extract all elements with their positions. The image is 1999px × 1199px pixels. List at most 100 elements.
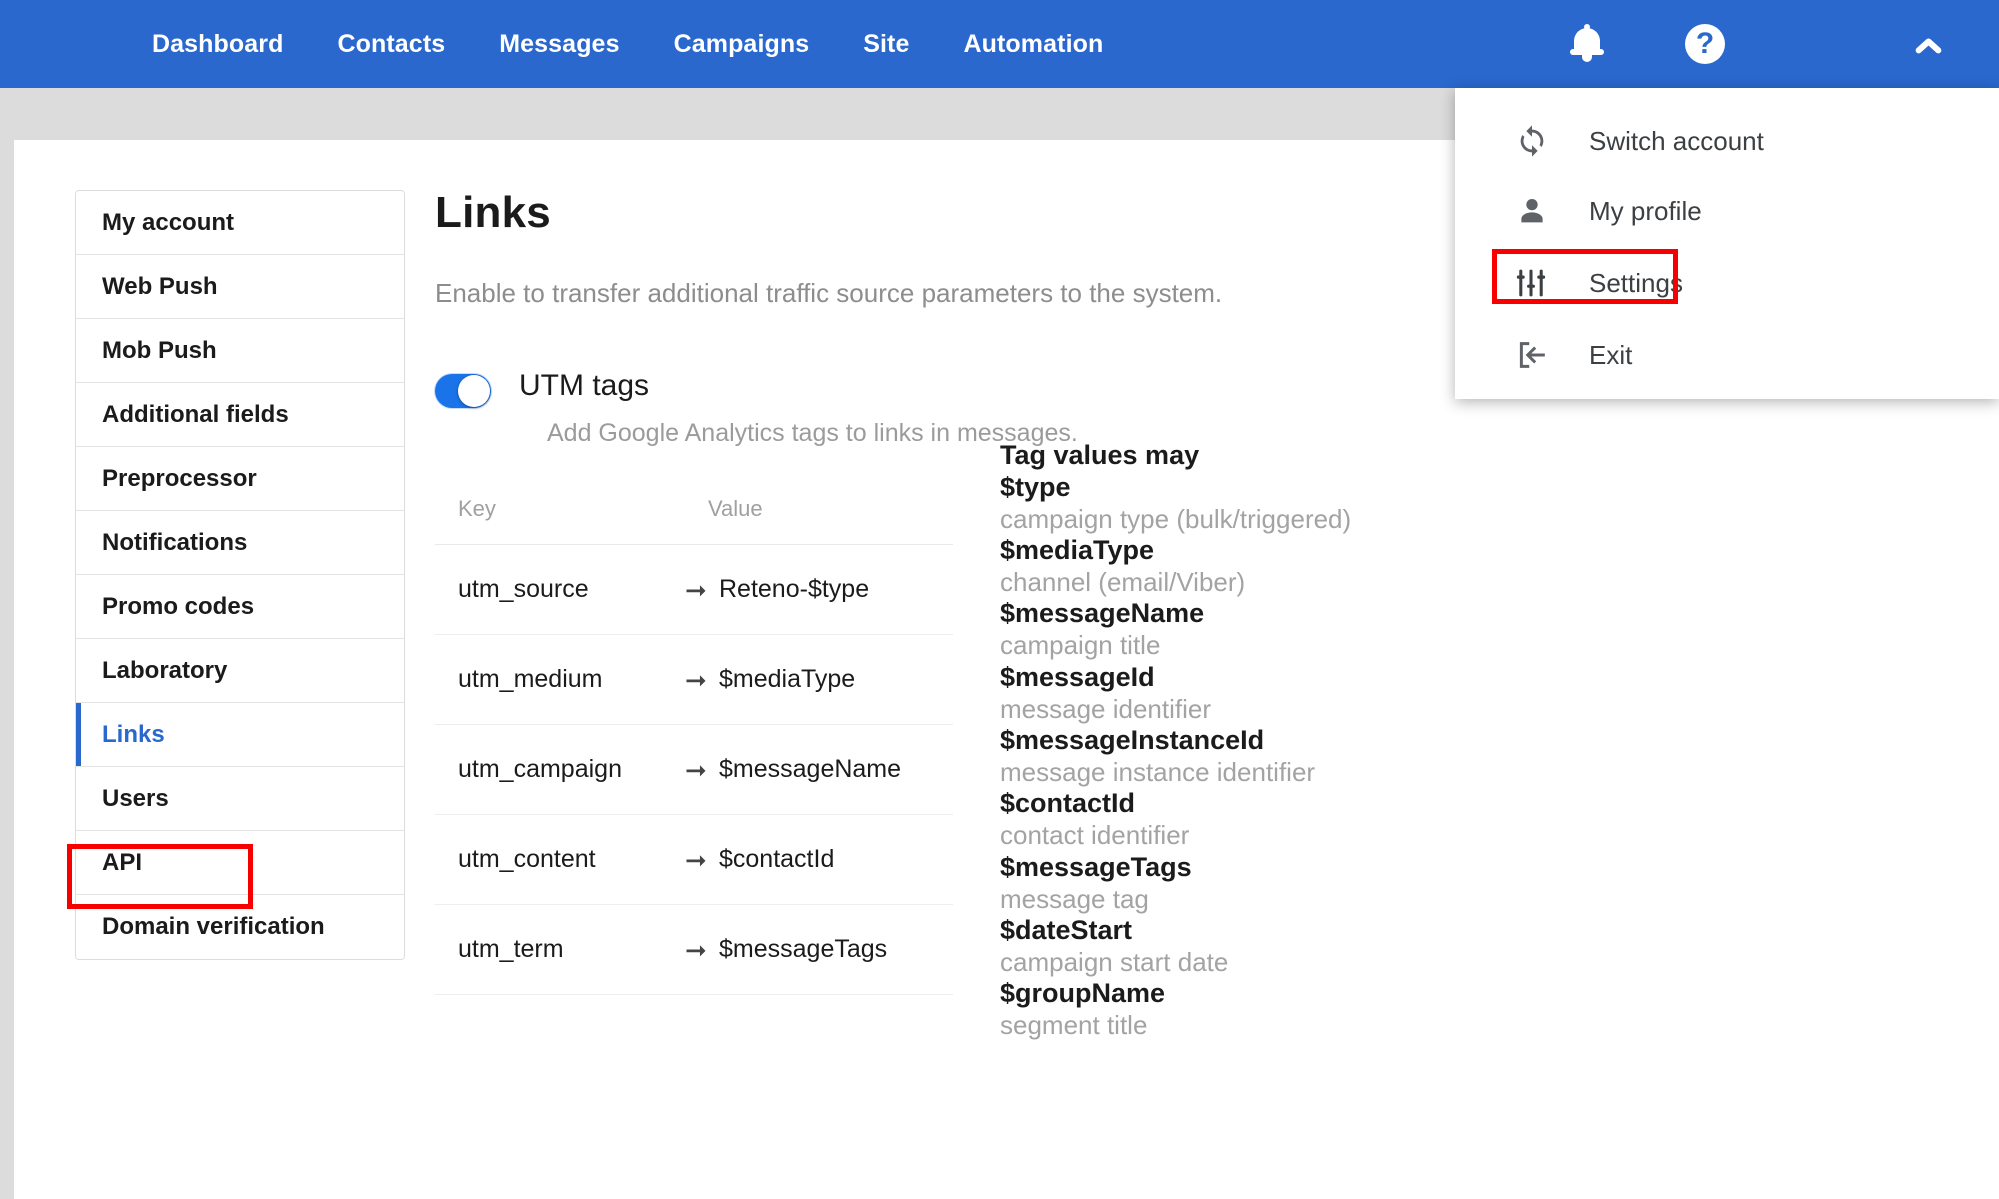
sidebar-item-label: My account — [102, 209, 234, 237]
sidebar-item-label: Domain verification — [102, 913, 325, 941]
tag-name: $messageName — [1000, 598, 1560, 630]
tag-description: segment title — [1000, 1010, 1560, 1041]
sidebar-item-laboratory[interactable]: Laboratory — [76, 639, 404, 703]
sidebar-item-label: Laboratory — [102, 657, 227, 685]
table-header-row: Key Value — [435, 496, 953, 545]
top-navigation-bar: Dashboard Contacts Messages Campaigns Si… — [0, 0, 1999, 88]
menu-item-label: Settings — [1589, 268, 1683, 299]
arrow-right-icon: ➞ — [685, 757, 719, 783]
utm-key: utm_campaign — [435, 755, 685, 784]
sidebar-item-label: API — [102, 849, 142, 877]
menu-item-label: Exit — [1589, 340, 1632, 371]
utm-value: Reteno-$type — [719, 575, 869, 604]
tag-name: $messageInstanceId — [1000, 725, 1560, 757]
sidebar-item-label: Promo codes — [102, 593, 254, 621]
account-dropdown-menu: Switch account My profile Settings — [1455, 88, 1999, 399]
column-header-value: Value — [685, 496, 763, 522]
toggle-knob — [458, 375, 490, 407]
arrow-right-icon: ➞ — [685, 667, 719, 693]
utm-key: utm_content — [435, 845, 685, 874]
person-icon — [1515, 194, 1561, 228]
tag-name: $messageId — [1000, 662, 1560, 694]
notifications-button[interactable] — [1543, 0, 1631, 88]
sidebar-item-api[interactable]: API — [76, 831, 404, 895]
main-nav: Dashboard Contacts Messages Campaigns Si… — [125, 30, 1130, 59]
utm-value-cell: ➞ $contactId — [685, 845, 834, 874]
tag-name: $type — [1000, 472, 1560, 504]
column-header-key: Key — [435, 496, 685, 522]
tag-description: campaign type (bulk/triggered) — [1000, 504, 1560, 535]
table-row[interactable]: utm_source ➞ Reteno-$type — [435, 545, 953, 635]
sidebar-item-domain-verification[interactable]: Domain verification — [76, 895, 404, 959]
tag-description: message instance identifier — [1000, 757, 1560, 788]
tune-sliders-icon — [1515, 267, 1561, 299]
sidebar-item-promo-codes[interactable]: Promo codes — [76, 575, 404, 639]
chevron-up-icon — [1915, 31, 1941, 57]
nav-item-automation[interactable]: Automation — [936, 30, 1130, 59]
tag-name: $groupName — [1000, 978, 1560, 1010]
sidebar-item-label: Preprocessor — [102, 465, 257, 493]
tag-description: contact identifier — [1000, 820, 1560, 851]
utm-value-cell: ➞ $messageName — [685, 755, 901, 784]
sidebar-item-mob-push[interactable]: Mob Push — [76, 319, 404, 383]
utm-value: $messageTags — [719, 935, 887, 964]
tag-name: $messageTags — [1000, 852, 1560, 884]
nav-item-site[interactable]: Site — [836, 30, 936, 59]
sidebar-item-label: Web Push — [102, 273, 218, 301]
menu-item-my-profile[interactable]: My profile — [1455, 176, 1999, 246]
table-row[interactable]: utm_campaign ➞ $messageName — [435, 725, 953, 815]
table-row[interactable]: utm_term ➞ $messageTags — [435, 905, 953, 995]
utm-toggle-texts: UTM tags Add Google Analytics tags to li… — [519, 369, 1078, 448]
utm-parameters-table: Key Value utm_source ➞ Reteno-$type utm_… — [435, 496, 953, 995]
tag-description: message tag — [1000, 884, 1560, 915]
logout-icon — [1515, 338, 1561, 372]
tag-values-list: Tag values may $type campaign type (bulk… — [1000, 440, 1560, 1042]
table-row[interactable]: utm_content ➞ $contactId — [435, 815, 953, 905]
utm-value-cell: ➞ Reteno-$type — [685, 575, 869, 604]
sidebar-item-my-account[interactable]: My account — [76, 191, 404, 255]
utm-tags-description: Add Google Analytics tags to links in me… — [547, 419, 1078, 448]
sidebar-item-label: Additional fields — [102, 401, 289, 429]
account-menu-toggle[interactable] — [1884, 0, 1972, 88]
utm-key: utm_term — [435, 935, 685, 964]
nav-item-contacts[interactable]: Contacts — [310, 30, 472, 59]
tag-description: campaign title — [1000, 630, 1560, 661]
utm-value-cell: ➞ $mediaType — [685, 665, 855, 694]
sidebar-item-web-push[interactable]: Web Push — [76, 255, 404, 319]
sidebar-item-users[interactable]: Users — [76, 767, 404, 831]
sidebar-item-preprocessor[interactable]: Preprocessor — [76, 447, 404, 511]
utm-value: $messageName — [719, 755, 901, 784]
sync-icon — [1515, 124, 1561, 158]
nav-item-dashboard[interactable]: Dashboard — [125, 30, 310, 59]
sidebar-item-additional-fields[interactable]: Additional fields — [76, 383, 404, 447]
arrow-right-icon: ➞ — [685, 847, 719, 873]
table-row[interactable]: utm_medium ➞ $mediaType — [435, 635, 953, 725]
utm-value: $mediaType — [719, 665, 855, 694]
top-bar-actions: ? — [1543, 0, 1999, 88]
tag-description: message identifier — [1000, 694, 1560, 725]
utm-tags-toggle[interactable] — [435, 374, 491, 408]
sidebar-item-label: Links — [102, 721, 165, 749]
tag-description: campaign start date — [1000, 947, 1560, 978]
bell-icon — [1570, 26, 1604, 62]
utm-key: utm_source — [435, 575, 685, 604]
help-button[interactable]: ? — [1661, 0, 1749, 88]
help-circle-icon: ? — [1685, 24, 1725, 64]
menu-item-switch-account[interactable]: Switch account — [1455, 106, 1999, 176]
sidebar-item-notifications[interactable]: Notifications — [76, 511, 404, 575]
utm-key: utm_medium — [435, 665, 685, 694]
arrow-right-icon: ➞ — [685, 577, 719, 603]
utm-value: $contactId — [719, 845, 834, 874]
sidebar-item-label: Users — [102, 785, 169, 813]
tag-name: $contactId — [1000, 788, 1560, 820]
tag-name: $dateStart — [1000, 915, 1560, 947]
menu-item-settings[interactable]: Settings — [1455, 248, 1999, 318]
utm-tags-label: UTM tags — [519, 369, 1078, 403]
sidebar-item-links[interactable]: Links — [76, 703, 404, 767]
nav-item-messages[interactable]: Messages — [472, 30, 646, 59]
menu-item-exit[interactable]: Exit — [1455, 320, 1999, 390]
arrow-right-icon: ➞ — [685, 937, 719, 963]
settings-sidebar: My account Web Push Mob Push Additional … — [75, 190, 405, 960]
sidebar-item-label: Mob Push — [102, 337, 217, 365]
nav-item-campaigns[interactable]: Campaigns — [647, 30, 837, 59]
